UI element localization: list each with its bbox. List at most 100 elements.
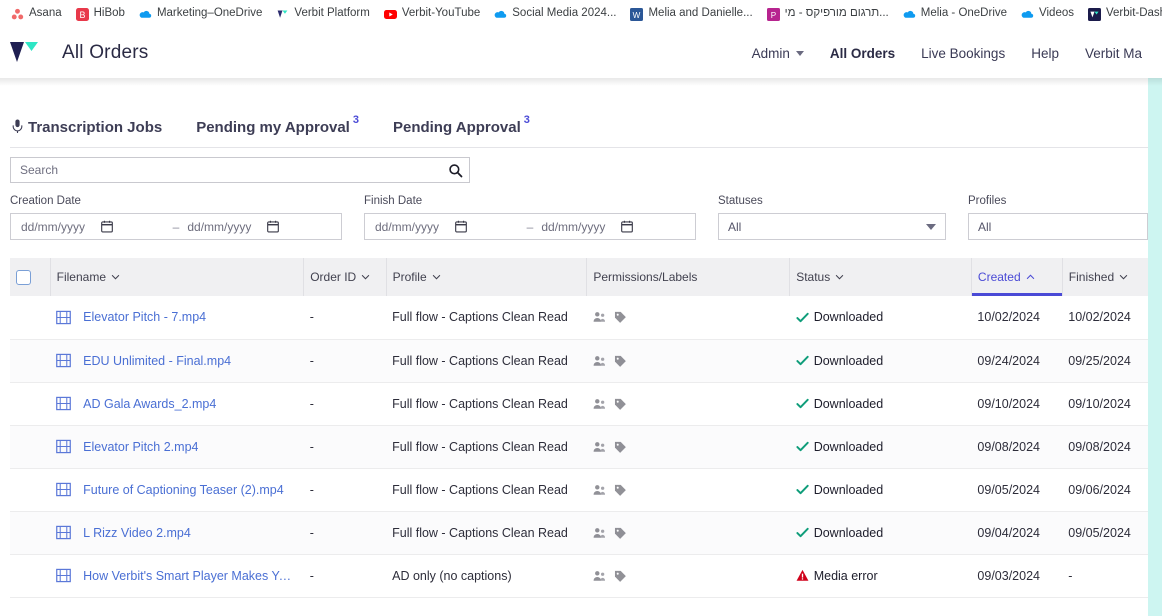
label-tag-icon[interactable] (614, 484, 627, 496)
calendar-icon[interactable] (101, 220, 113, 233)
people-icon[interactable] (593, 355, 606, 367)
asana-icon (11, 8, 24, 21)
row-created: 09/10/2024 (971, 382, 1062, 425)
filename-link[interactable]: How Verbit's Smart Player Makes Your... … (83, 569, 298, 583)
row-select-cell[interactable] (10, 382, 50, 425)
th-profile[interactable]: Profile (386, 258, 587, 296)
chevron-down-icon (835, 274, 844, 280)
row-filename-cell: Elevator Pitch 2.mp4 (50, 425, 304, 468)
people-icon[interactable] (593, 398, 606, 410)
tab-label: Transcription Jobs (28, 119, 162, 136)
th-order-id[interactable]: Order ID (304, 258, 386, 296)
table-row[interactable]: EDU Unlimited - Final.mp4 - Full flow - … (10, 339, 1162, 382)
filename-link[interactable]: L Rizz Video 2.mp4 (83, 526, 191, 540)
verbit-logo[interactable] (8, 38, 44, 68)
th-select-all[interactable] (10, 258, 50, 296)
label-tag-icon[interactable] (614, 311, 627, 323)
row-select-cell[interactable] (10, 511, 50, 554)
nav-item-admin[interactable]: Admin (752, 46, 804, 61)
row-order-id: - (304, 511, 386, 554)
search-box[interactable] (10, 157, 470, 183)
calendar-icon[interactable] (267, 220, 279, 233)
table-header-row: Filename Order ID Profile (10, 258, 1162, 296)
creation-date-range[interactable]: dd/mm/yyyy – dd/mm/yyyy (10, 213, 342, 240)
people-icon[interactable] (593, 311, 606, 323)
calendar-icon[interactable] (621, 220, 633, 233)
column-label: Permissions/Labels (593, 270, 697, 284)
nav-item-live-bookings[interactable]: Live Bookings (921, 46, 1005, 61)
table-row[interactable]: Elevator Pitch - 7.mp4 - Full flow - Cap… (10, 296, 1162, 339)
creation-date-from[interactable]: dd/mm/yyyy (17, 220, 169, 234)
nav-item-all-orders[interactable]: All Orders (830, 46, 895, 61)
calendar-icon[interactable] (455, 220, 467, 233)
search-icon[interactable] (448, 163, 463, 178)
row-filename-cell: Elevator Pitch - 7.mp4 (50, 296, 304, 339)
bookmark-targum-morphix[interactable]: P תרגום מורפיקס - מי... (760, 5, 896, 24)
th-created[interactable]: Created (971, 258, 1062, 296)
table-row[interactable]: L Rizz Video 2.mp4 - Full flow - Caption… (10, 511, 1162, 554)
creation-date-to[interactable]: dd/mm/yyyy (183, 220, 335, 234)
people-icon[interactable] (593, 570, 606, 582)
th-status[interactable]: Status (790, 258, 972, 296)
label-tag-icon[interactable] (614, 527, 627, 539)
bookmark-marketing-onedrive[interactable]: Marketing–OneDrive (132, 5, 269, 24)
th-finished[interactable]: Finished (1062, 258, 1153, 296)
row-status: Downloaded (790, 425, 972, 468)
bookmark-videos[interactable]: Videos (1014, 5, 1081, 24)
row-select-cell[interactable] (10, 339, 50, 382)
bookmark-asana[interactable]: Asana (4, 5, 69, 24)
label-tag-icon[interactable] (614, 398, 627, 410)
bookmark-verbit-youtube[interactable]: Verbit-YouTube (377, 5, 487, 24)
finish-date-range[interactable]: dd/mm/yyyy – dd/mm/yyyy (364, 213, 696, 240)
bookmark-melia-onedrive[interactable]: Melia - OneDrive (896, 5, 1014, 24)
filename-link[interactable]: AD Gala Awards_2.mp4 (83, 397, 216, 411)
row-filename-cell: L Rizz Video 2.mp4 (50, 511, 304, 554)
people-icon[interactable] (593, 527, 606, 539)
row-select-cell[interactable] (10, 425, 50, 468)
people-icon[interactable] (593, 441, 606, 453)
label-tag-icon[interactable] (614, 441, 627, 453)
row-select-cell[interactable] (10, 296, 50, 339)
video-file-icon (56, 568, 71, 583)
finish-date-to[interactable]: dd/mm/yyyy (537, 220, 689, 234)
bookmark-social-media-2024[interactable]: Social Media 2024... (487, 5, 623, 24)
tab-pending-approval[interactable]: Pending Approval 3 (393, 119, 530, 147)
th-filename[interactable]: Filename (50, 258, 304, 296)
nav-label: Help (1031, 46, 1059, 61)
finish-date-from[interactable]: dd/mm/yyyy (371, 220, 523, 234)
filename-link[interactable]: Elevator Pitch - 7.mp4 (83, 310, 206, 324)
statuses-select[interactable]: All (718, 213, 946, 240)
bookmark-hibob[interactable]: B HiBob (69, 5, 132, 24)
table-row[interactable]: Future of Captioning Teaser (2).mp4 - Fu… (10, 468, 1162, 511)
column-label: Finished (1069, 270, 1114, 284)
check-icon (796, 440, 809, 453)
bookmark-verbit-platform[interactable]: Verbit Platform (269, 5, 376, 24)
row-created: 09/08/2024 (971, 425, 1062, 468)
row-select-cell[interactable] (10, 468, 50, 511)
bookmark-verbit-dashboard[interactable]: Verbit-Dashboard (1081, 5, 1162, 24)
label-tag-icon[interactable] (614, 355, 627, 367)
row-finished: 09/06/2024 (1062, 468, 1153, 511)
table-row[interactable]: AD Gala Awards_2.mp4 - Full flow - Capti… (10, 382, 1162, 425)
label-tag-icon[interactable] (614, 570, 627, 582)
people-icon[interactable] (593, 484, 606, 496)
row-status: Downloaded (790, 339, 972, 382)
row-select-cell[interactable] (10, 554, 50, 597)
filename-link[interactable]: Future of Captioning Teaser (2).mp4 (83, 483, 284, 497)
filename-link[interactable]: Elevator Pitch 2.mp4 (83, 440, 198, 454)
filename-link[interactable]: EDU Unlimited - Final.mp4 (83, 354, 231, 368)
search-input[interactable] (20, 163, 448, 177)
profiles-select[interactable]: All (968, 213, 1148, 240)
table-row[interactable]: How Verbit's Smart Player Makes Your... … (10, 554, 1162, 597)
table-row[interactable]: Elevator Pitch 2.mp4 - Full flow - Capti… (10, 425, 1162, 468)
search-row (10, 148, 1152, 183)
tab-pending-my-approval[interactable]: Pending my Approval 3 (196, 119, 359, 147)
tab-transcription-jobs[interactable]: Transcription Jobs (12, 119, 162, 147)
row-permissions (587, 511, 790, 554)
video-file-icon (56, 525, 71, 540)
bookmark-melia-and-danielle[interactable]: W Melia and Danielle... (623, 5, 759, 24)
nav-item-verbit-market[interactable]: Verbit Ma (1085, 46, 1142, 61)
nav-item-help[interactable]: Help (1031, 46, 1059, 61)
orders-table-wrap: Filename Order ID Profile (10, 240, 1152, 598)
select-all-checkbox[interactable] (16, 270, 31, 285)
